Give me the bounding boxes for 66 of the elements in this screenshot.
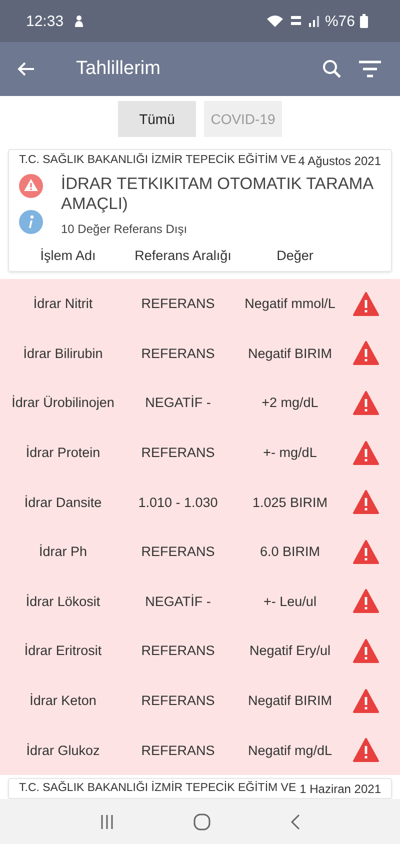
warning-icon bbox=[353, 540, 379, 564]
reference-range: REFERANS bbox=[140, 643, 216, 658]
signal-icon bbox=[308, 15, 320, 27]
result-value: Negatif mmol/L bbox=[244, 296, 336, 312]
test-name: İdrar Ph bbox=[38, 544, 88, 560]
warning-icon bbox=[353, 440, 379, 465]
battery-percent: %76 bbox=[324, 12, 355, 30]
report-date: 1 Haziran 2021 bbox=[300, 782, 381, 796]
reference-range: REFERANS bbox=[140, 693, 216, 708]
test-name: İdrar Ürobilinojen bbox=[10, 395, 116, 410]
result-value: +- Leu/ul bbox=[262, 594, 318, 609]
wifi-icon bbox=[266, 14, 284, 28]
test-name: İdrar Bilirubin bbox=[22, 346, 104, 361]
result-value: 1.025 BIRIM bbox=[251, 494, 329, 510]
test-name: İdrar Dansite bbox=[23, 494, 103, 510]
reference-range: NEGATİF - bbox=[144, 594, 212, 609]
warning-icon bbox=[353, 292, 379, 316]
test-name: İdrar Glukoz bbox=[25, 742, 101, 758]
result-value: Negatif mg/dL bbox=[246, 742, 334, 758]
test-name: İdrar Protein bbox=[24, 445, 102, 460]
reference-range: REFERANS bbox=[140, 346, 216, 361]
warning-icon bbox=[353, 589, 379, 614]
reference-range: REFERANS bbox=[140, 742, 216, 758]
warning-icon bbox=[19, 174, 43, 198]
out-of-range-summary: 10 Değer Referans Dışı bbox=[61, 222, 188, 236]
notification-icon bbox=[72, 14, 85, 28]
result-value: 6.0 BIRIM bbox=[258, 544, 322, 560]
home-button[interactable] bbox=[193, 812, 211, 831]
column-header: İşlem Adı bbox=[39, 248, 97, 263]
report-title: İDRAR TETKIKITAM OTOMATIK TARAMA AMAÇLI) bbox=[61, 174, 374, 214]
result-value: Negatif BIRIM bbox=[246, 346, 334, 361]
result-value: Negatif BIRIM bbox=[246, 693, 334, 708]
warning-icon bbox=[353, 490, 379, 514]
warning-icon bbox=[353, 341, 379, 366]
battery-icon bbox=[360, 14, 368, 28]
search-icon bbox=[322, 59, 342, 79]
filter-icon bbox=[358, 59, 382, 79]
institution-name: T.C. SAĞLIK BAKANLIĞI İZMİR TEPECİK EĞİTİM VE bbox=[19, 782, 296, 796]
status-time: 12:33 bbox=[26, 12, 64, 30]
reference-range: NEGATİF - bbox=[144, 395, 212, 410]
reference-range: REFERANS bbox=[140, 296, 216, 312]
screen-title: Tahlillerim bbox=[76, 58, 160, 80]
recent-apps-button[interactable] bbox=[99, 814, 115, 830]
reference-range: 1.010 - 1.030 bbox=[137, 494, 219, 510]
info-icon bbox=[19, 210, 43, 234]
institution-name: T.C. SAĞLIK BAKANLIĞI İZMİR TEPECİK EĞİTİM VE bbox=[19, 154, 296, 168]
reference-range: REFERANS bbox=[140, 544, 216, 560]
back-nav-button[interactable] bbox=[289, 812, 301, 831]
warning-icon bbox=[353, 390, 379, 415]
reference-range: REFERANS bbox=[140, 445, 216, 460]
column-header: Değer bbox=[276, 248, 314, 263]
test-name: İdrar Keton bbox=[28, 693, 98, 708]
test-name: İdrar Lökosit bbox=[24, 594, 102, 609]
filter-tab[interactable]: Tümü bbox=[118, 101, 196, 137]
warning-icon bbox=[353, 638, 379, 663]
warning-icon bbox=[353, 688, 379, 713]
result-value: +- mg/dL bbox=[262, 445, 318, 460]
result-value: Negatif Ery/ul bbox=[248, 643, 332, 658]
result-value: +2 mg/dL bbox=[260, 395, 320, 410]
warning-icon bbox=[353, 738, 379, 762]
column-header: Referans Aralığı bbox=[134, 248, 232, 263]
test-name: İdrar Eritrosit bbox=[23, 643, 103, 658]
report-date: 4 Ağustos 2021 bbox=[298, 154, 381, 168]
report-card[interactable]: T.C. SAĞLIK BAKANLIĞI İZMİR TEPECİK EĞİTİM VE 1 Haziran 2021 bbox=[8, 778, 392, 799]
test-name: İdrar Nitrit bbox=[32, 296, 94, 312]
report-card[interactable]: T.C. SAĞLIK BAKANLIĞI İZMİR TEPECİK EĞİTİM VE 4 Ağustos 2021 İDRAR TETKIKITAM OTOMATIK TARAMA AMAÇLI) 10 Değer Referans Dışı İşlem Adı Referans Aralığı Değer bbox=[8, 149, 392, 272]
